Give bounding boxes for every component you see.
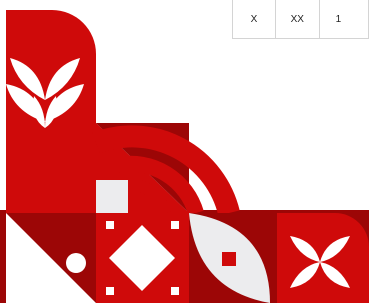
decorative-illustration — [0, 10, 369, 303]
small-square — [96, 180, 128, 213]
dot-icon — [66, 253, 86, 273]
leaf-square — [222, 252, 236, 266]
